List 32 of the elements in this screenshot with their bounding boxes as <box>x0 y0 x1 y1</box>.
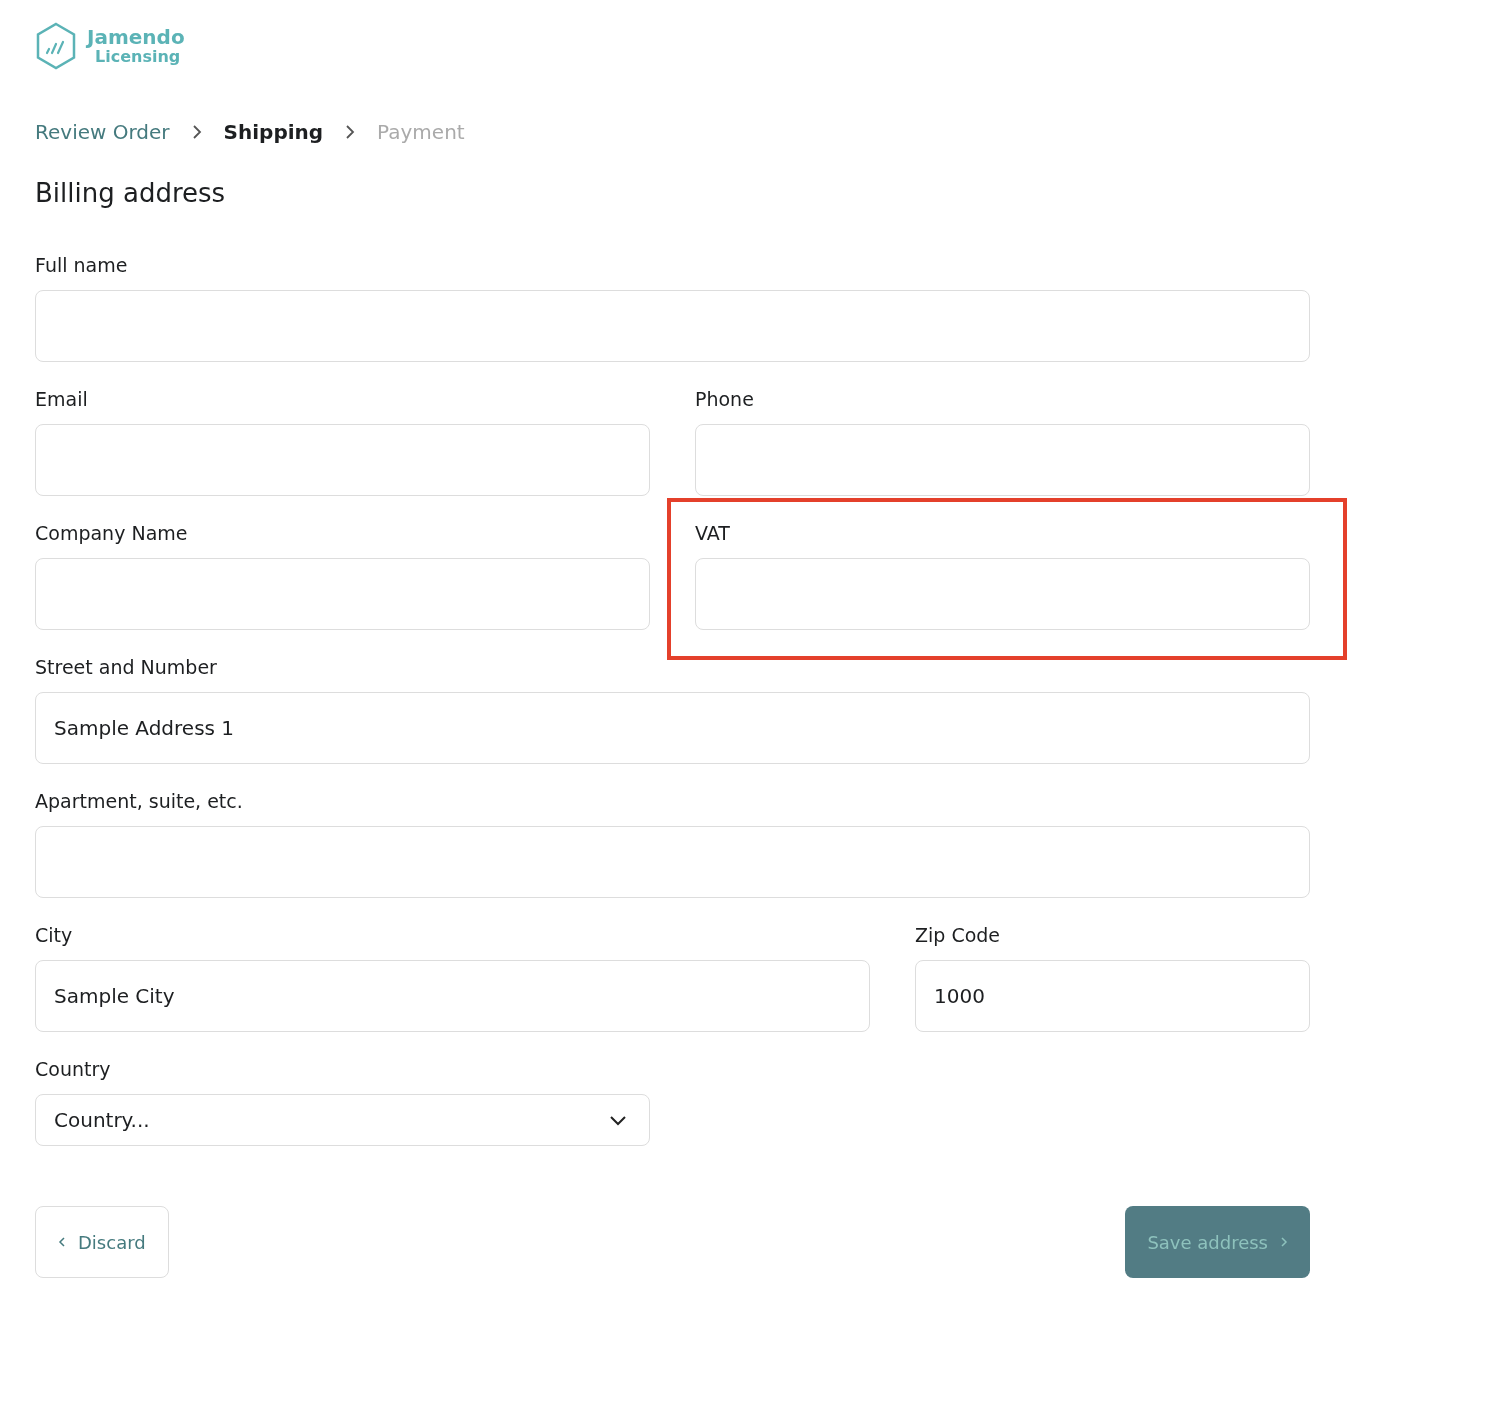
field-label: Street and Number <box>35 655 218 680</box>
field-label: Email <box>35 387 89 412</box>
section-title: Billing address <box>35 178 227 208</box>
hexagon-logo-icon <box>35 22 77 70</box>
input-field[interactable] <box>695 558 1310 630</box>
input-field[interactable] <box>35 424 650 496</box>
input-field[interactable]: Sample Address 1 <box>35 692 1310 764</box>
input-field[interactable]: 1000 <box>915 960 1310 1032</box>
discard-button[interactable]: Discard <box>35 1206 169 1278</box>
country-dropdown[interactable]: Country... <box>35 1094 650 1146</box>
logo-subtitle: Licensing <box>95 49 181 65</box>
input-field[interactable] <box>35 826 1310 898</box>
field-label: VAT <box>695 521 731 546</box>
input-field[interactable] <box>35 558 650 630</box>
chevron-right-icon <box>1280 1236 1288 1248</box>
breadcrumb-step[interactable]: Review Order <box>35 120 170 144</box>
field-label: Phone <box>695 387 755 412</box>
chevron-down-icon <box>609 1114 627 1126</box>
field-label: Apartment, suite, etc. <box>35 789 244 814</box>
field-label: Company Name <box>35 521 189 546</box>
field-label: Zip Code <box>915 923 1002 948</box>
input-field[interactable]: Sample City <box>35 960 870 1032</box>
field-label: Country <box>35 1057 112 1082</box>
logo-name: Jamendo <box>87 27 185 47</box>
chevron-right-icon <box>191 124 202 140</box>
input-field[interactable] <box>695 424 1310 496</box>
field-label: Full name <box>35 253 129 278</box>
breadcrumb-step[interactable]: Shipping <box>223 120 324 144</box>
field-label: City <box>35 923 74 948</box>
input-field[interactable] <box>35 290 1310 362</box>
chevron-left-icon <box>58 1236 66 1248</box>
chevron-right-icon <box>345 124 356 140</box>
